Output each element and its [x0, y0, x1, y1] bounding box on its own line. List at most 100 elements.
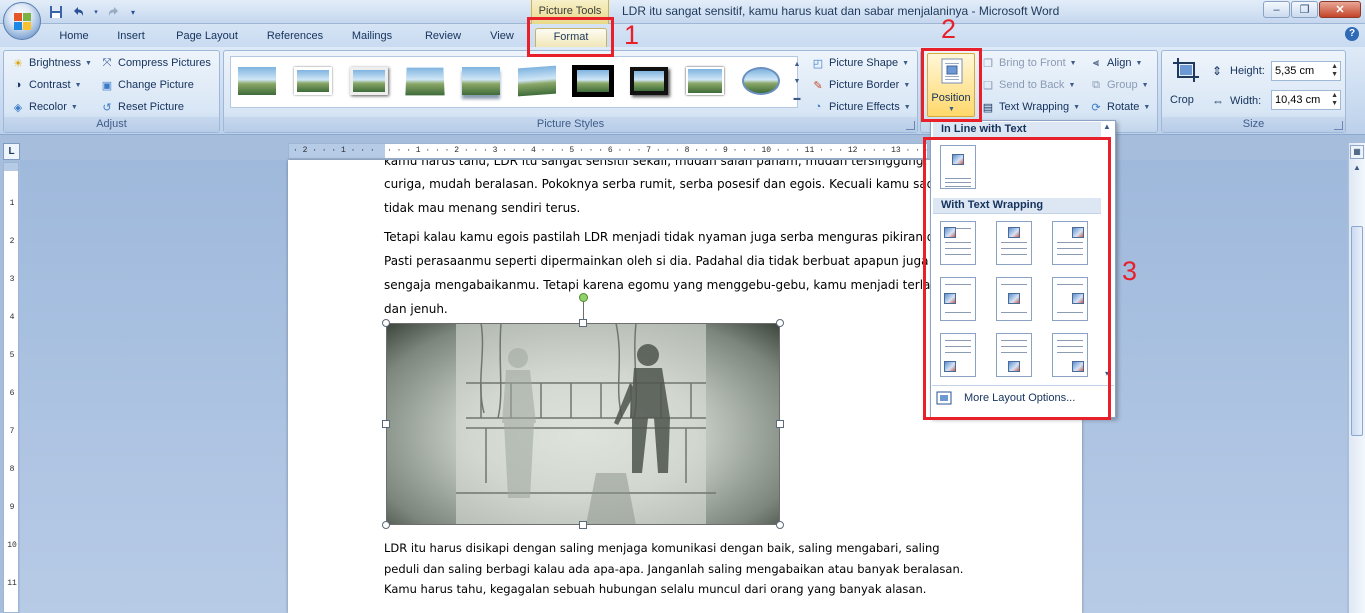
- style-thumb-8[interactable]: [628, 64, 670, 98]
- tab-insert[interactable]: Insert: [110, 28, 152, 47]
- text-wrapping-button[interactable]: ▤ Text Wrapping ▼: [981, 98, 1080, 116]
- tab-references[interactable]: References: [262, 28, 328, 47]
- adjust-group: ☀ Brightness ▼ ◑ Contrast ▼ ◈ Recolor ▼ ⤧ C…: [3, 50, 220, 133]
- recolor-icon: ◈: [13, 101, 23, 114]
- undo-dropdown-icon[interactable]: ▾: [92, 4, 100, 20]
- chevron-down-icon: ▼: [1143, 103, 1151, 111]
- rotation-handle[interactable]: [579, 293, 588, 302]
- minimize-button[interactable]: –: [1263, 1, 1290, 18]
- window-title: LDR itu sangat sensitif, kamu harus kuat…: [622, 4, 1060, 18]
- restore-button[interactable]: ❐: [1291, 1, 1318, 18]
- undo-icon[interactable]: [70, 4, 86, 20]
- resize-handle-br[interactable]: [776, 521, 784, 529]
- scroll-up-icon[interactable]: ▲: [1100, 122, 1114, 131]
- text-line: curiga, mudah beralasan. Pokoknya serba …: [384, 177, 935, 191]
- style-thumb-5[interactable]: [460, 64, 502, 98]
- style-thumb-2[interactable]: [292, 64, 334, 98]
- width-icon: ⇔: [1212, 94, 1224, 108]
- chevron-down-icon: ▼: [902, 59, 910, 67]
- style-thumb-3[interactable]: [348, 64, 390, 98]
- text-line: Tetapi kalau kamu egois pastilah LDR men…: [384, 230, 935, 244]
- rotate-button[interactable]: ⟳ Rotate ▼: [1089, 98, 1150, 116]
- recolor-button[interactable]: ◈ Recolor ▼: [11, 98, 78, 116]
- ribbon-tabs: Home Insert Page Layout References Maili…: [0, 24, 1365, 47]
- dialog-launcher-icon[interactable]: [1334, 121, 1343, 130]
- tab-selector-icon[interactable]: L: [3, 143, 20, 160]
- office-logo-icon: [14, 13, 31, 30]
- resize-handle-tl[interactable]: [382, 319, 390, 327]
- group-label: Picture Styles: [224, 117, 917, 132]
- width-label: Width:: [1230, 95, 1262, 107]
- group-icon: ⧉: [1092, 78, 1100, 91]
- annotation-number-2: 2: [941, 14, 957, 44]
- group-label: Size: [1162, 117, 1345, 132]
- change-picture-icon: ▣: [101, 79, 113, 92]
- customize-qat-icon[interactable]: ▾: [128, 4, 138, 20]
- reset-picture-button[interactable]: ↺ Reset Picture: [100, 98, 184, 116]
- chevron-down-icon: ▼: [1073, 103, 1081, 111]
- minimize-icon: –: [1273, 3, 1280, 16]
- chevron-down-icon: ▼: [70, 103, 78, 111]
- quick-access-toolbar: ▾ ▾: [48, 2, 138, 22]
- view-ruler-icon[interactable]: ▦: [1350, 145, 1364, 159]
- redo-icon[interactable]: [106, 4, 122, 20]
- text-wrap-icon: ▤: [982, 101, 994, 114]
- text-line: Pasti perasaanmu seperti dipermainkan ol…: [384, 254, 929, 268]
- group-button[interactable]: ⧉ Group ▼: [1089, 76, 1148, 94]
- compress-pictures-button[interactable]: ⤧ Compress Pictures: [100, 54, 211, 72]
- contrast-icon: ◑: [14, 79, 22, 91]
- save-icon[interactable]: [48, 4, 64, 20]
- close-button[interactable]: ✕: [1319, 1, 1361, 18]
- chevron-down-icon: ▼: [903, 81, 911, 89]
- restore-icon: ❐: [1299, 4, 1310, 16]
- resize-handle-r[interactable]: [776, 420, 784, 428]
- picture-effects-button[interactable]: ◔ Picture Effects ▼: [811, 98, 911, 116]
- tab-review[interactable]: Review: [418, 28, 468, 47]
- resize-handle-tr[interactable]: [776, 319, 784, 327]
- style-thumb-10[interactable]: [740, 64, 782, 98]
- spinner-icon: ▲ ▼: [1331, 92, 1338, 107]
- resize-handle-b[interactable]: [579, 521, 587, 529]
- brightness-button[interactable]: ☀ Brightness ▼: [11, 54, 92, 72]
- resize-handle-bl[interactable]: [382, 521, 390, 529]
- picture-styles-group: ▲ ▼ ▬ ◰ Picture Shape ▼ ✎ Picture Border ▼ ◔…: [223, 50, 918, 133]
- width-field[interactable]: 10,43 cm ▲ ▼: [1271, 90, 1341, 110]
- office-button[interactable]: [3, 2, 41, 40]
- style-thumb-1[interactable]: [236, 64, 278, 98]
- scroll-thumb[interactable]: [1351, 226, 1363, 436]
- dialog-launcher-icon[interactable]: [906, 121, 915, 130]
- gallery-scroll[interactable]: ▲ ▼ ▬: [791, 56, 803, 108]
- bring-to-front-button[interactable]: ❐ Bring to Front ▼: [981, 54, 1077, 72]
- style-thumb-7[interactable]: [572, 64, 614, 98]
- tab-home[interactable]: Home: [54, 28, 94, 47]
- send-to-back-button[interactable]: ❏ Send to Back ▼: [981, 76, 1075, 94]
- vertical-scrollbar[interactable]: ▦ ▲: [1348, 143, 1365, 613]
- contrast-button[interactable]: ◑ Contrast ▼: [11, 76, 82, 94]
- paragraph: LDR itu harus disikapi dengan saling men…: [384, 538, 963, 600]
- scroll-up-icon[interactable]: ▲: [1350, 161, 1364, 175]
- paragraph: kamu harus tahu, LDR itu sangat sensitif…: [384, 160, 934, 220]
- chevron-down-icon: ▼: [1069, 59, 1077, 67]
- style-thumb-9[interactable]: [684, 64, 726, 98]
- tab-mailings[interactable]: Mailings: [346, 28, 398, 47]
- crop-button[interactable]: Crop: [1167, 54, 1205, 110]
- tab-page-layout[interactable]: Page Layout: [170, 28, 244, 47]
- tab-view[interactable]: View: [484, 28, 520, 47]
- change-picture-button[interactable]: ▣ Change Picture: [100, 76, 194, 94]
- text-line: dan jenuh.: [384, 302, 448, 316]
- close-icon: ✕: [1335, 4, 1345, 16]
- crop-icon: [1173, 58, 1199, 82]
- text-line: Kamu harus tahu, kegagalan sebuah hubung…: [384, 582, 927, 596]
- picture-shape-button[interactable]: ◰ Picture Shape ▼: [811, 54, 909, 72]
- height-field[interactable]: 5,35 cm ▲ ▼: [1271, 61, 1341, 81]
- style-thumb-6[interactable]: [516, 64, 558, 98]
- vertical-ruler[interactable]: 1 2 3 4 5 6 7 8 9 10 11: [3, 162, 19, 613]
- horizontal-ruler[interactable]: · 2 · · · 1 · · · · · · 1 · · · 2 · · · …: [288, 143, 928, 159]
- help-icon[interactable]: ?: [1345, 27, 1359, 41]
- align-button[interactable]: ⫷ Align ▼: [1089, 54, 1143, 72]
- resize-handle-t[interactable]: [579, 319, 587, 327]
- picture-border-button[interactable]: ✎ Picture Border ▼: [811, 76, 910, 94]
- inline-header: In Line with Text: [933, 122, 1101, 138]
- style-thumb-4[interactable]: [404, 64, 446, 98]
- resize-handle-l[interactable]: [382, 420, 390, 428]
